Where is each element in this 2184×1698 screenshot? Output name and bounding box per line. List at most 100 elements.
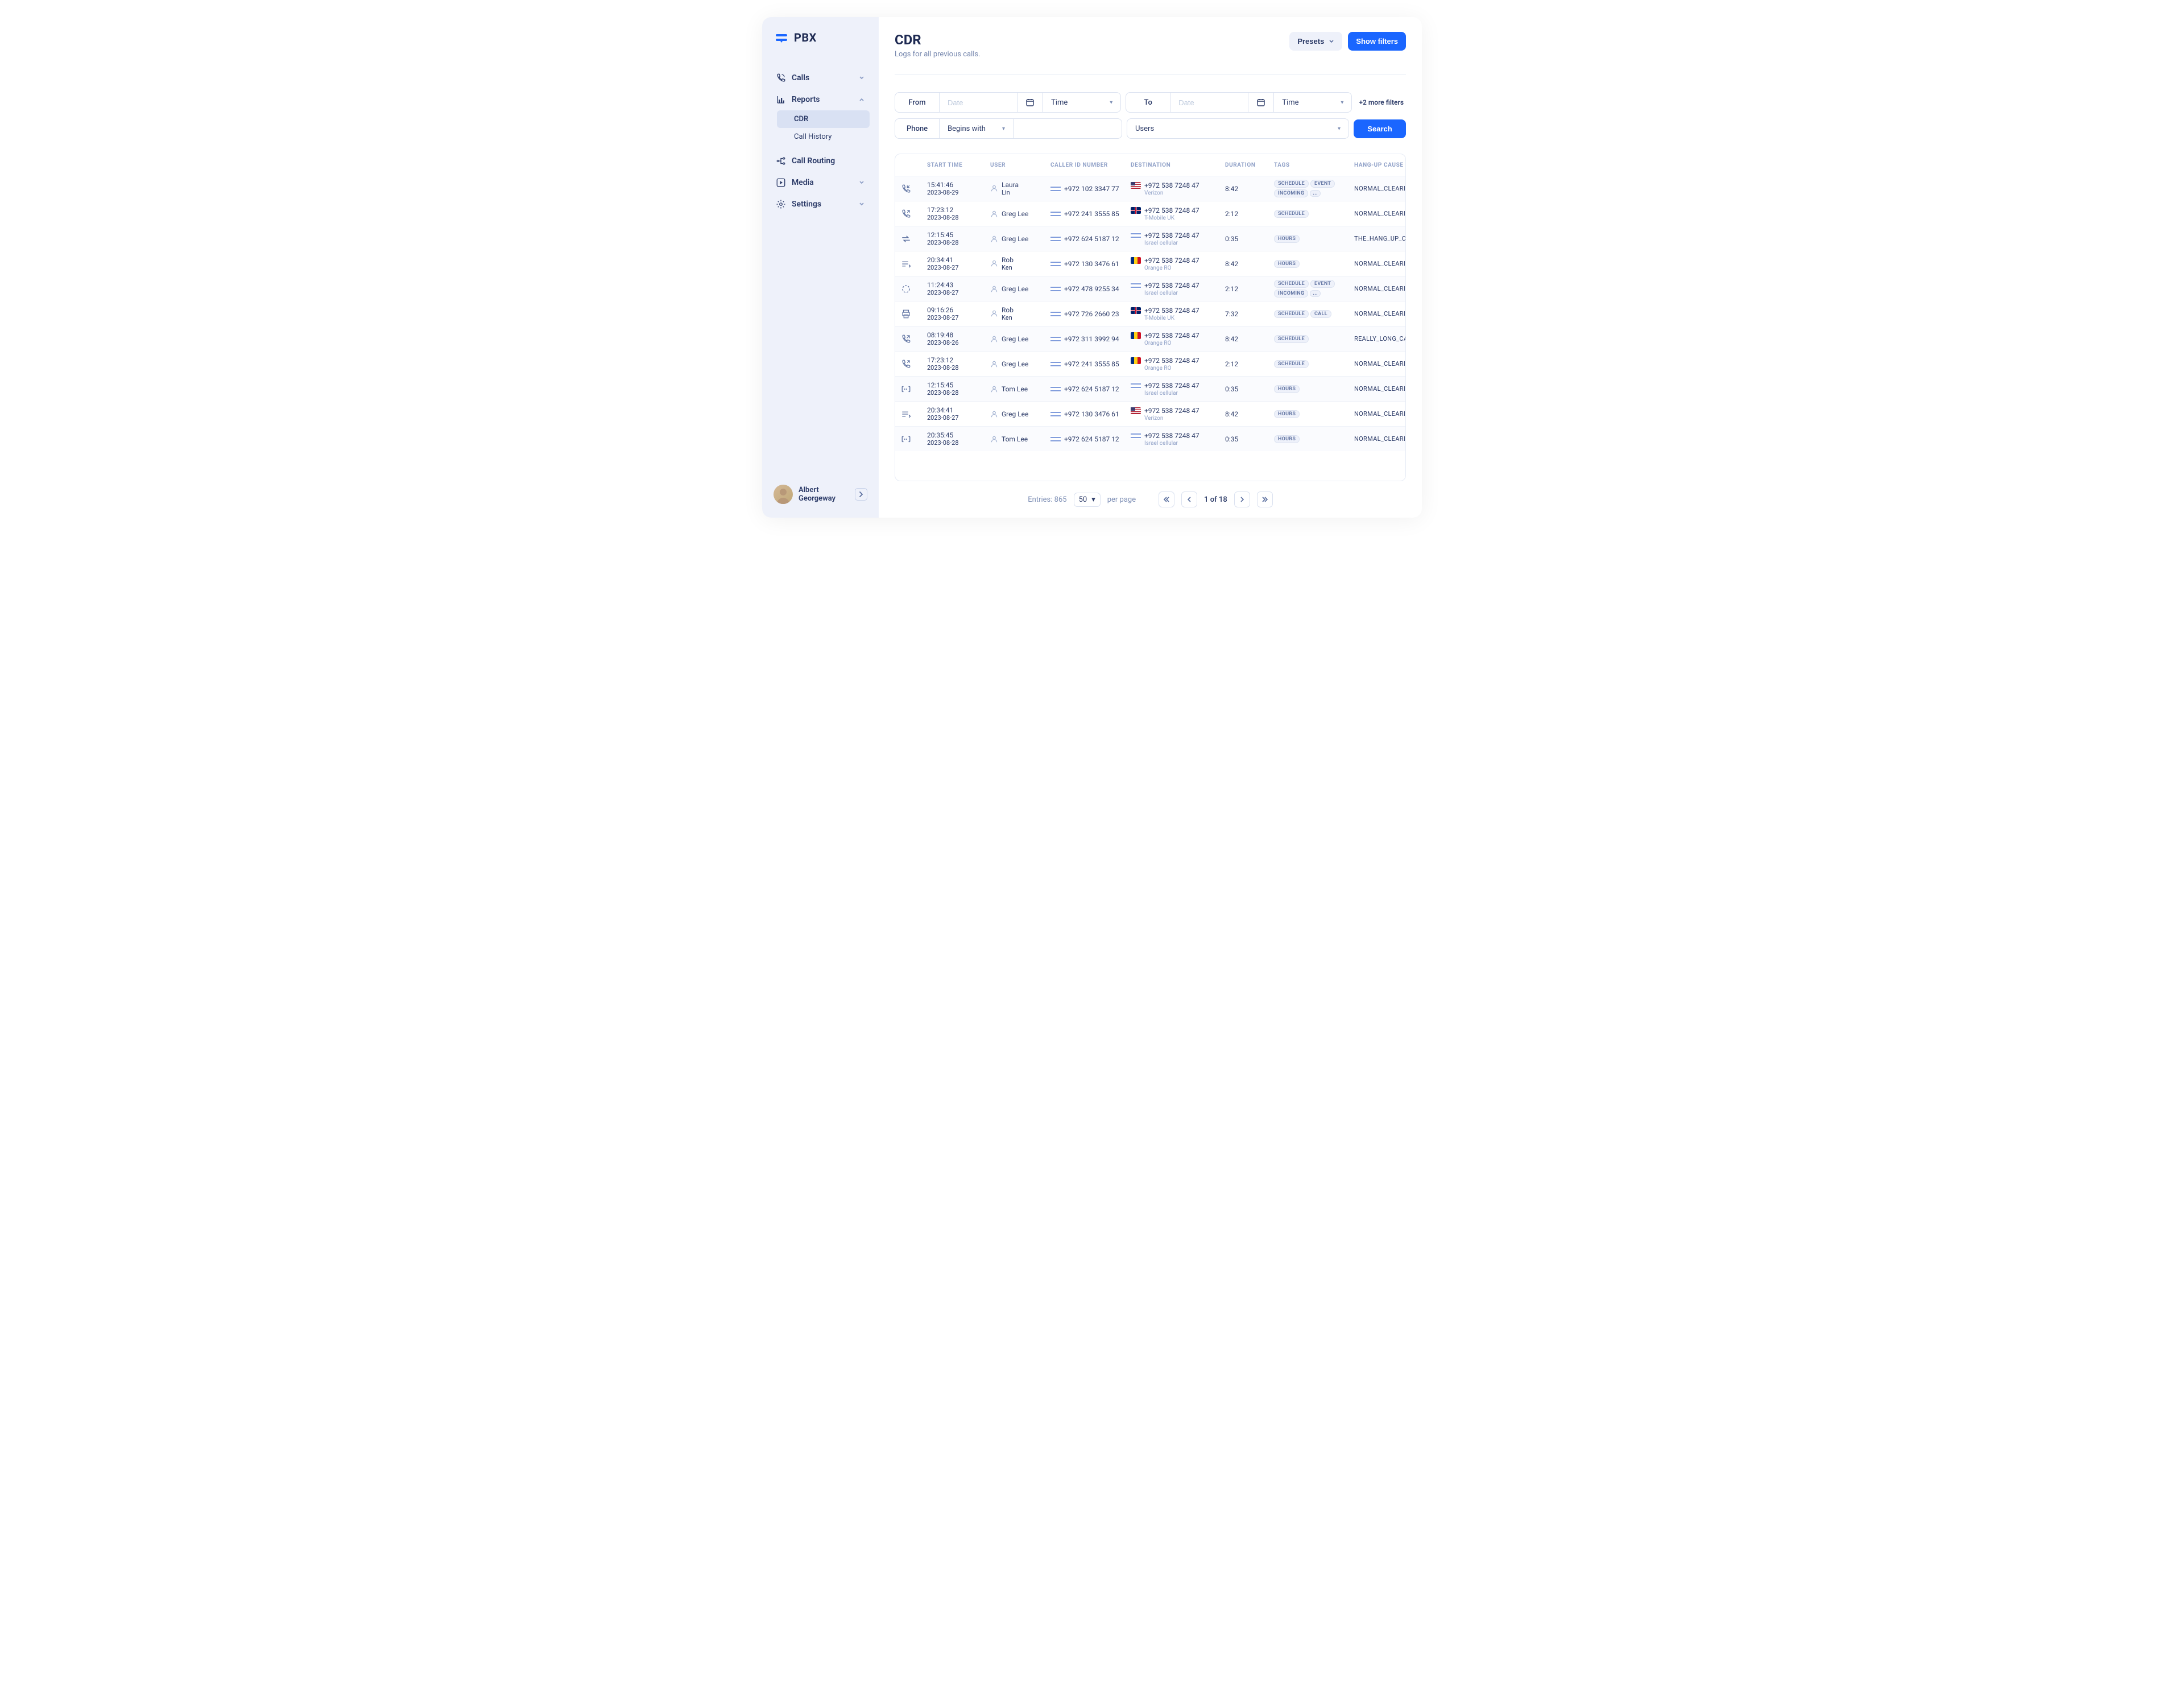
- tags: SCHEDULE: [1274, 210, 1351, 218]
- flag-icon: [1131, 257, 1141, 264]
- start-time: 08:19:482023-08-26: [927, 331, 987, 347]
- tag: SCHEDULE: [1274, 310, 1309, 318]
- user-icon: [990, 259, 998, 267]
- begins-with-select[interactable]: Begins with▾: [940, 119, 1014, 138]
- table-row: 11:24:432023-08-27Greg Lee+972 478 9255 …: [895, 276, 1405, 301]
- to-time-select[interactable]: Time▾: [1274, 93, 1351, 112]
- flag-icon: [1050, 411, 1061, 418]
- start-time: 17:23:122023-08-28: [927, 206, 987, 222]
- users-select[interactable]: Users▾: [1127, 119, 1349, 138]
- user-icon: [990, 309, 998, 317]
- flag-icon: [1131, 182, 1141, 189]
- search-button[interactable]: Search: [1354, 119, 1406, 138]
- user-icon: [990, 410, 998, 418]
- nav-item-calls[interactable]: Calls: [771, 67, 870, 89]
- caller-id: +972 130 3476 61: [1050, 410, 1127, 418]
- nav-label: Settings: [792, 200, 821, 209]
- destination: +972 538 7248 47Verizon: [1131, 181, 1222, 196]
- from-time-select[interactable]: Time▾: [1043, 93, 1120, 112]
- hangup-cause: NORMAL_CLEARING: [1354, 410, 1406, 418]
- chevron-down-icon: [858, 201, 865, 208]
- phone-input[interactable]: [1014, 119, 1122, 138]
- calendar-icon[interactable]: [1017, 93, 1043, 112]
- call-direction-icon: [901, 184, 911, 194]
- page-indicator: 1 of 18: [1204, 495, 1227, 504]
- flag-icon: [1050, 185, 1061, 192]
- last-page-button[interactable]: [1257, 491, 1273, 507]
- tags: SCHEDULEEVENTINCOMING...: [1274, 180, 1351, 197]
- flag-icon: [1131, 207, 1141, 214]
- duration: 2:12: [1225, 360, 1271, 368]
- from-group: From Time▾: [895, 92, 1121, 113]
- brand-name: PBX: [794, 31, 817, 44]
- hangup-cause: REALLY_LONG_CA...: [1354, 335, 1406, 342]
- start-time: 09:16:262023-08-27: [927, 306, 987, 322]
- caller-id: +972 241 3555 85: [1050, 360, 1127, 368]
- flag-icon: [1131, 382, 1141, 389]
- start-time: 17:23:122023-08-28: [927, 356, 987, 372]
- tag: HOURS: [1274, 410, 1300, 418]
- prev-page-button[interactable]: [1181, 491, 1197, 507]
- caller-id: +972 726 2660 23: [1050, 310, 1127, 318]
- show-filters-button[interactable]: Show filters: [1348, 32, 1406, 51]
- chevron-up-icon: [858, 96, 865, 103]
- sub-item-cdr[interactable]: CDR: [777, 110, 870, 128]
- user-cell: LauraLin: [990, 181, 1047, 197]
- duration: 0:35: [1225, 435, 1271, 443]
- destination: +972 538 7248 47Orange RO: [1131, 357, 1222, 371]
- search-label: Search: [1367, 125, 1392, 133]
- nav-item-settings[interactable]: Settings: [771, 193, 870, 215]
- nav-item-call-routing[interactable]: Call Routing: [771, 150, 870, 172]
- next-page-button[interactable]: [1234, 491, 1250, 507]
- tag: CALL: [1310, 310, 1331, 318]
- call-direction-icon: [901, 409, 911, 419]
- flag-icon: [1131, 232, 1141, 239]
- duration: 0:35: [1225, 385, 1271, 393]
- tag-more[interactable]: ...: [1310, 290, 1321, 297]
- nav-label: Reports: [792, 95, 820, 104]
- presets-button[interactable]: Presets: [1289, 32, 1342, 51]
- tags: SCHEDULECALL: [1274, 310, 1351, 318]
- to-date-input[interactable]: [1170, 93, 1248, 112]
- tag: HOURS: [1274, 385, 1300, 393]
- main-content: CDR Logs for all previous calls. Presets…: [879, 17, 1422, 518]
- tags: HOURS: [1274, 235, 1351, 243]
- current-user[interactable]: Albert Georgeway: [771, 480, 870, 509]
- to-label: To: [1126, 93, 1170, 112]
- tag-more[interactable]: ...: [1310, 190, 1321, 197]
- user-icon: [990, 360, 998, 368]
- table-row: 17:23:122023-08-28Greg Lee+972 241 3555 …: [895, 351, 1405, 376]
- col-user: USER: [990, 162, 1047, 168]
- call-direction-icon: [901, 434, 911, 444]
- per-page-select[interactable]: 50▾: [1074, 493, 1101, 507]
- hangup-cause: THE_HANG_UP_CA...: [1354, 235, 1406, 242]
- routing-icon: [776, 156, 786, 166]
- user-cell: Greg Lee: [990, 360, 1047, 368]
- calendar-icon[interactable]: [1248, 93, 1274, 112]
- presets-label: Presets: [1297, 37, 1324, 46]
- nav-item-reports[interactable]: Reports: [771, 89, 870, 110]
- user-cell: Greg Lee: [990, 210, 1047, 218]
- user-icon: [990, 435, 998, 443]
- duration: 8:42: [1225, 185, 1271, 193]
- nav-item-media[interactable]: Media: [771, 172, 870, 193]
- start-time: 12:15:452023-08-28: [927, 231, 987, 247]
- start-time: 20:34:412023-08-27: [927, 406, 987, 422]
- caller-id: +972 311 3992 94: [1050, 335, 1127, 343]
- hangup-cause: NORMAL_CLEARING: [1354, 435, 1406, 443]
- col-dest: DESTINATION: [1131, 162, 1222, 168]
- first-page-button[interactable]: [1159, 491, 1174, 507]
- caller-id: +972 130 3476 61: [1050, 260, 1127, 268]
- destination: +972 538 7248 47T-Mobile UK: [1131, 206, 1222, 221]
- sub-item-call-history[interactable]: Call History: [777, 128, 870, 146]
- flag-icon: [1050, 236, 1061, 242]
- from-date-input[interactable]: [940, 93, 1017, 112]
- user-name: Albert Georgeway: [799, 486, 849, 503]
- call-direction-icon: [901, 259, 911, 269]
- user-cell: Greg Lee: [990, 285, 1047, 293]
- to-group: To Time▾: [1126, 92, 1352, 113]
- expand-icon[interactable]: [855, 488, 867, 501]
- more-filters-link[interactable]: +2 more filters: [1356, 98, 1406, 106]
- gear-icon: [776, 199, 786, 209]
- destination: +972 538 7248 47Orange RO: [1131, 257, 1222, 271]
